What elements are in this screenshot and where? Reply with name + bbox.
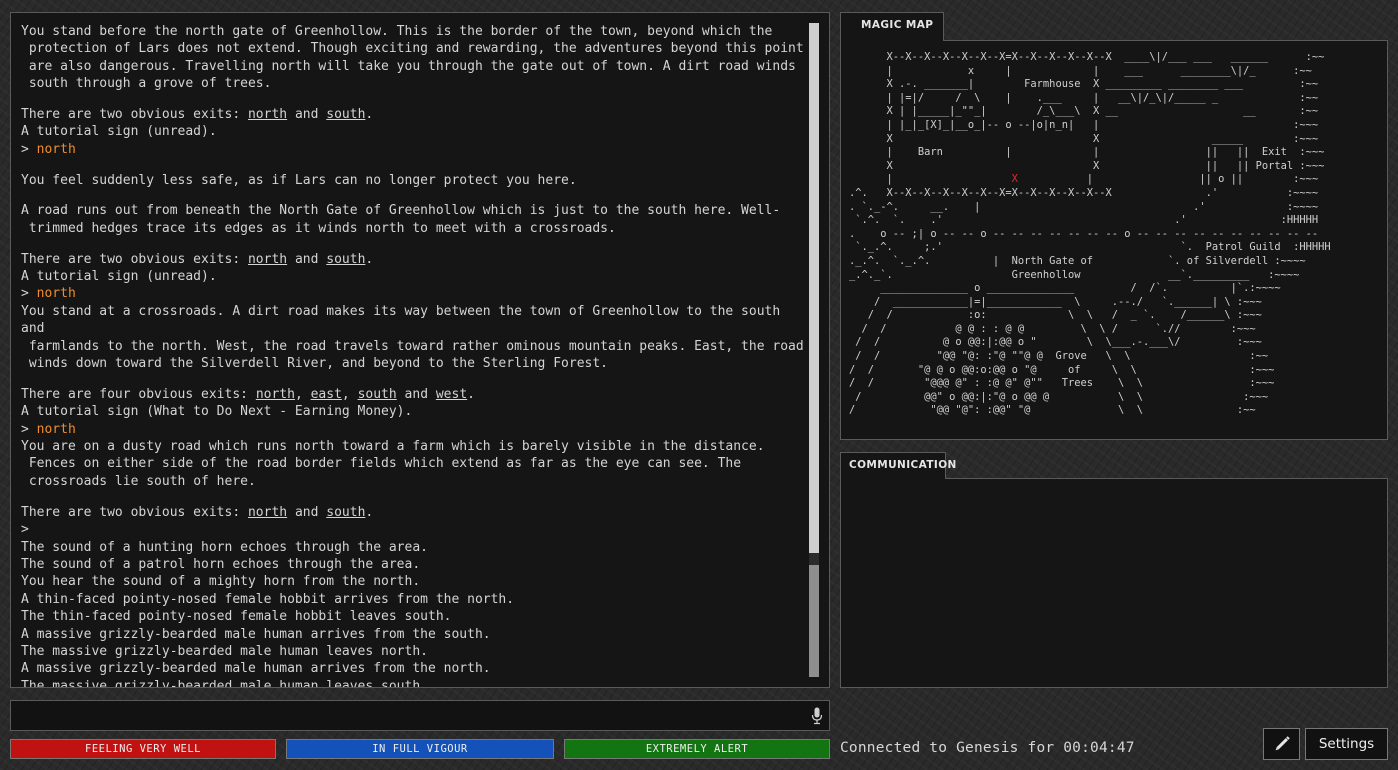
output-line-text: You stand at a crossroads. A dirt road m… (21, 303, 804, 372)
command-text: north (36, 421, 76, 437)
output-scrollbar-thumb[interactable] (809, 565, 819, 677)
command-input[interactable] (17, 705, 811, 729)
exit-link-south[interactable]: south (326, 505, 365, 520)
command-prompt: > (21, 141, 37, 157)
output-scrollbar-track-fill (809, 23, 819, 553)
command-echo: > north (21, 141, 811, 158)
command-text: north (36, 286, 76, 302)
output-line-text: You are on a dusty road which runs north… (21, 439, 765, 489)
alertness-status-bar: EXTREMELY ALERT (564, 739, 830, 759)
output-line-text: The sound of a hunting horn echoes throu… (21, 539, 428, 555)
exits-prefix: There are two obvious exits: (21, 504, 248, 520)
output-line: You stand before the north gate of Green… (21, 23, 811, 93)
health-status-bar: FEELING VERY WELL (10, 739, 276, 759)
output-line-text: A tutorial sign (unread). (21, 269, 217, 285)
communication-panel (840, 478, 1388, 688)
output-line: You feel suddenly less safe, as if Lars … (21, 172, 811, 189)
output-line: The massive grizzly-bearded male human l… (21, 678, 811, 688)
output-line-text: A massive grizzly-bearded male human arr… (21, 661, 491, 677)
output-line-text: You hear the sound of a mighty horn from… (21, 574, 421, 590)
exits-prefix: There are two obvious exits: (21, 107, 248, 123)
exit-link-north[interactable]: north (248, 107, 287, 122)
output-line-text: The sound of a patrol horn echoes throug… (21, 556, 421, 572)
command-echo: > north (21, 421, 811, 438)
exits-joiner: , (294, 386, 311, 402)
tab-communication[interactable]: COMMUNICATION (840, 452, 956, 479)
edit-button[interactable] (1263, 728, 1300, 760)
exits-joiner: and (287, 504, 327, 520)
connection-status: Connected to Genesis for 00:04:47 (840, 740, 1135, 756)
output-line-text: A tutorial sign (unread). (21, 124, 217, 140)
output-line: A massive grizzly-bearded male human arr… (21, 660, 811, 677)
output-line-text: > (21, 522, 29, 538)
exits-suffix: . (365, 504, 374, 520)
output-line: You stand at a crossroads. A dirt road m… (21, 303, 811, 373)
ascii-map: X--X--X--X--X--X--X=X--X--X--X--X--X ___… (849, 51, 1331, 417)
game-output-text: You stand before the north gate of Green… (21, 23, 811, 688)
game-output-panel[interactable]: You stand before the north gate of Green… (10, 12, 830, 688)
command-prompt: > (21, 421, 37, 437)
output-line: A tutorial sign (What to Do Next - Earni… (21, 403, 811, 420)
output-line: The thin-faced pointy-nosed female hobbi… (21, 608, 811, 625)
exits-prefix: There are two obvious exits: (21, 251, 248, 267)
exits-line: There are two obvious exits: north and s… (21, 251, 811, 268)
exit-link-north[interactable]: north (248, 505, 287, 520)
exit-link-east[interactable]: east (311, 387, 342, 402)
pencil-icon (1275, 736, 1290, 751)
exits-joiner: and (396, 386, 436, 402)
output-line-text: You feel suddenly less safe, as if Lars … (21, 172, 577, 188)
output-line-text: The massive grizzly-bearded male human l… (21, 678, 428, 688)
magic-map-panel: X--X--X--X--X--X--X=X--X--X--X--X--X ___… (840, 40, 1388, 440)
output-line: > (21, 521, 811, 538)
exit-link-south[interactable]: south (326, 107, 365, 122)
exit-link-south[interactable]: south (326, 252, 365, 267)
exits-joiner: and (287, 251, 327, 267)
output-line-text: A road runs out from beneath the North G… (21, 203, 781, 236)
output-line-text: The massive grizzly-bearded male human l… (21, 643, 428, 659)
exit-link-south[interactable]: south (358, 387, 397, 402)
exits-suffix: . (365, 251, 374, 267)
output-line-text: A thin-faced pointy-nosed female hobbit … (21, 591, 515, 607)
exits-line: There are two obvious exits: north and s… (21, 504, 811, 521)
exits-suffix: . (467, 386, 475, 402)
output-line: A tutorial sign (unread). (21, 268, 811, 285)
command-prompt: > (21, 286, 37, 302)
output-line: You are on a dusty road which runs north… (21, 438, 811, 490)
output-line: A tutorial sign (unread). (21, 123, 811, 140)
microphone-icon[interactable] (811, 707, 823, 725)
command-text: north (36, 141, 76, 157)
output-line-text: The thin-faced pointy-nosed female hobbi… (21, 609, 452, 625)
output-line: A thin-faced pointy-nosed female hobbit … (21, 591, 811, 608)
output-line: The sound of a hunting horn echoes throu… (21, 539, 811, 556)
tab-magic-map[interactable]: MAGIC MAP (840, 12, 944, 41)
exit-link-west[interactable]: west (436, 387, 467, 402)
exit-link-north[interactable]: north (248, 252, 287, 267)
output-line: You hear the sound of a mighty horn from… (21, 573, 811, 590)
output-line: The massive grizzly-bearded male human l… (21, 643, 811, 660)
output-scrollbar[interactable] (809, 23, 819, 677)
exits-prefix: There are four obvious exits: (21, 386, 256, 402)
output-line-text: A tutorial sign (What to Do Next - Earni… (21, 404, 413, 420)
exits-suffix: . (365, 107, 374, 123)
exit-link-north[interactable]: north (256, 387, 295, 402)
output-line-text: You stand before the north gate of Green… (21, 24, 804, 92)
exits-line: There are two obvious exits: north and s… (21, 106, 811, 123)
exits-line: There are four obvious exits: north, eas… (21, 386, 811, 403)
command-echo: > north (21, 285, 811, 302)
output-line: A massive grizzly-bearded male human arr… (21, 626, 811, 643)
output-line: The sound of a patrol horn echoes throug… (21, 556, 811, 573)
settings-button[interactable]: Settings (1305, 728, 1388, 760)
output-line: A road runs out from beneath the North G… (21, 202, 811, 237)
exits-joiner: , (341, 386, 358, 402)
exits-joiner: and (287, 107, 327, 123)
output-line-text: A massive grizzly-bearded male human arr… (21, 626, 491, 642)
vigour-status-bar: IN FULL VIGOUR (286, 739, 554, 759)
command-input-bar (10, 700, 830, 731)
